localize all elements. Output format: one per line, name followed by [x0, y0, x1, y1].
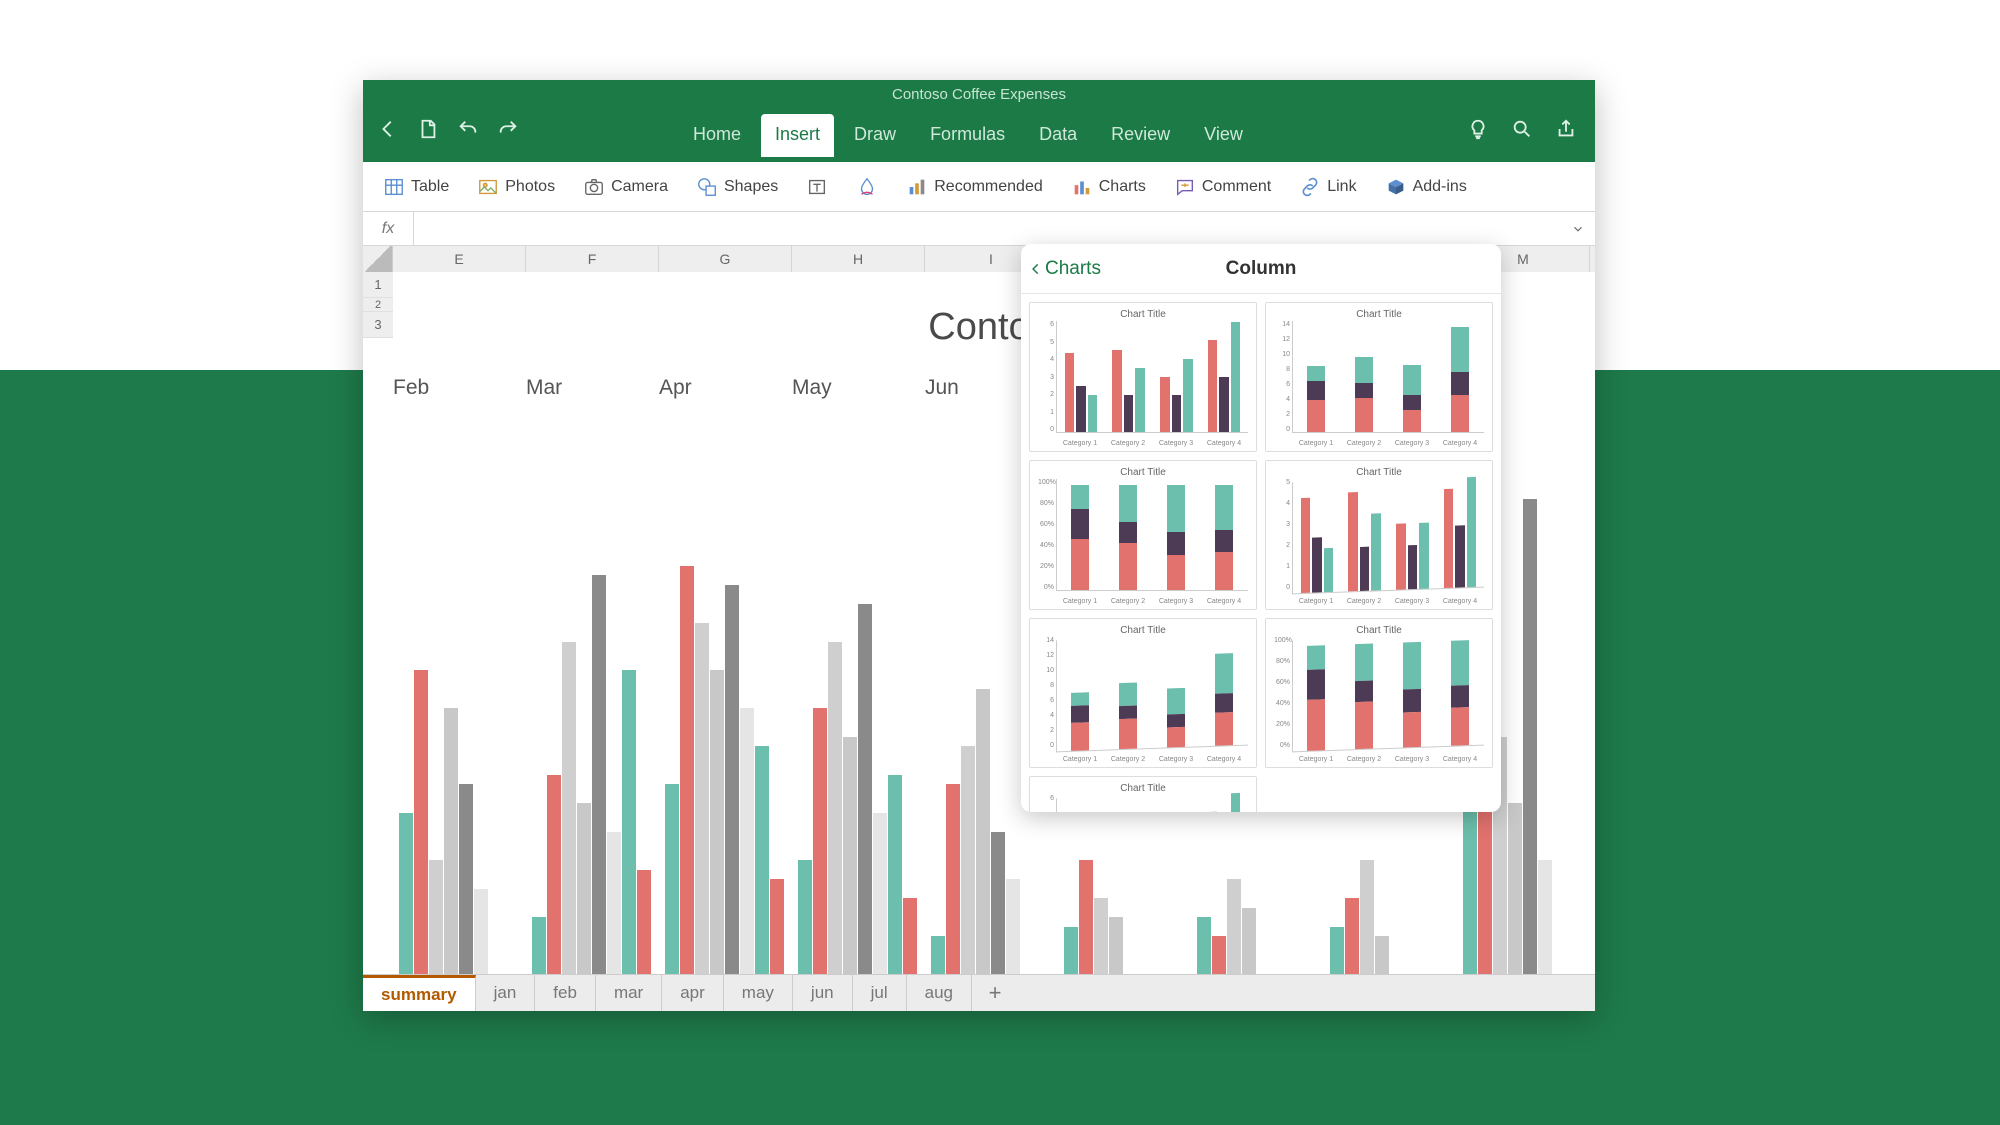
search-icon[interactable]: [1511, 118, 1533, 145]
month-label: Mar: [526, 376, 659, 400]
titlebar: Contoso Coffee Expenses HomeInsertDrawFo…: [363, 80, 1595, 162]
month-label: Apr: [659, 376, 792, 400]
link-button[interactable]: Link: [1289, 172, 1366, 202]
sheet-tab-jul[interactable]: jul: [853, 975, 907, 1011]
select-all-cell[interactable]: [363, 246, 393, 272]
sheet-tab-may[interactable]: may: [724, 975, 793, 1011]
column-header[interactable]: G: [659, 246, 792, 272]
sheet-tab-apr[interactable]: apr: [662, 975, 724, 1011]
thumb-title: Chart Title: [1274, 309, 1484, 320]
tab-review[interactable]: Review: [1097, 114, 1184, 157]
row-header[interactable]: 3: [363, 312, 393, 338]
month-label: May: [792, 376, 925, 400]
tab-formulas[interactable]: Formulas: [916, 114, 1019, 157]
ribbon-bar: Table Photos Camera Shapes Recommended C…: [363, 162, 1595, 212]
chart-thumb-clustered[interactable]: Chart Title6543210Category 1Category 2Ca…: [1029, 302, 1257, 452]
chart-thumb-stacked100[interactable]: Chart Title100%80%60%40%20%0%Category 1C…: [1029, 460, 1257, 610]
sheet-tab-jan[interactable]: jan: [476, 975, 536, 1011]
popover-back-button[interactable]: Charts: [1021, 258, 1101, 280]
charts-button[interactable]: Charts: [1061, 172, 1156, 202]
document-title: Contoso Coffee Expenses: [363, 80, 1595, 105]
comment-button[interactable]: Comment: [1164, 172, 1281, 202]
embedded-chart-title: Conto: [928, 306, 1029, 349]
tab-home[interactable]: Home: [679, 114, 755, 157]
chart-thumb-column3d[interactable]: Chart Title6543210Category 1Category 2Ca…: [1029, 776, 1257, 812]
tab-data[interactable]: Data: [1025, 114, 1091, 157]
back-icon[interactable]: [377, 118, 399, 145]
sheet-tab-summary[interactable]: summary: [363, 975, 476, 1011]
chart-thumb-stacked100_3d[interactable]: Chart Title100%80%60%40%20%0%Category 1C…: [1265, 618, 1493, 768]
ribbon-tabs: HomeInsertDrawFormulasDataReviewView: [679, 105, 1257, 157]
formula-input[interactable]: [413, 212, 1561, 245]
formula-bar: fx: [363, 212, 1595, 246]
addins-button[interactable]: Add-ins: [1375, 172, 1477, 202]
redo-icon[interactable]: [497, 118, 519, 145]
column-header[interactable]: H: [792, 246, 925, 272]
undo-icon[interactable]: [457, 118, 479, 145]
sheet-tabs: summaryjanfebmaraprmayjunjulaug+: [363, 974, 1595, 1011]
app-window: Contoso Coffee Expenses HomeInsertDrawFo…: [363, 80, 1595, 1011]
shapes-button[interactable]: Shapes: [686, 172, 788, 202]
column-header[interactable]: E: [393, 246, 526, 272]
row-headers: 123: [363, 272, 393, 338]
table-button[interactable]: Table: [373, 172, 459, 202]
thumb-title: Chart Title: [1038, 467, 1248, 478]
chart-thumb-stacked[interactable]: Chart Title14121086420Category 1Category…: [1265, 302, 1493, 452]
chart-thumb-clustered3d[interactable]: Chart Title543210Category 1Category 2Cat…: [1265, 460, 1493, 610]
chart-thumbnail-grid: Chart Title6543210Category 1Category 2Ca…: [1021, 294, 1501, 812]
tab-view[interactable]: View: [1190, 114, 1257, 157]
recommended-charts-button[interactable]: Recommended: [896, 172, 1053, 202]
column-header[interactable]: F: [526, 246, 659, 272]
row-header[interactable]: 2: [363, 298, 393, 312]
add-sheet-button[interactable]: +: [972, 975, 1018, 1011]
chart-thumb-stacked3d[interactable]: Chart Title14121086420Category 1Category…: [1029, 618, 1257, 768]
formula-expand-icon[interactable]: [1561, 222, 1595, 236]
sheet-tab-jun[interactable]: jun: [793, 975, 853, 1011]
file-icon[interactable]: [417, 118, 439, 145]
sheet-tab-mar[interactable]: mar: [596, 975, 662, 1011]
popover-title: Column: [1226, 258, 1297, 280]
row-header[interactable]: 1: [363, 272, 393, 298]
fx-label: fx: [363, 220, 413, 238]
sheet-tab-aug[interactable]: aug: [907, 975, 972, 1011]
ink-button[interactable]: [846, 172, 888, 202]
month-label: Feb: [393, 376, 526, 400]
share-icon[interactable]: [1555, 118, 1577, 145]
thumb-title: Chart Title: [1038, 309, 1248, 320]
lightbulb-icon[interactable]: [1467, 118, 1489, 145]
column-charts-popover: Charts Column Chart Title6543210Category…: [1021, 244, 1501, 812]
popover-back-label: Charts: [1045, 258, 1101, 280]
tab-insert[interactable]: Insert: [761, 114, 834, 157]
sheet-tab-feb[interactable]: feb: [535, 975, 596, 1011]
tab-draw[interactable]: Draw: [840, 114, 910, 157]
textbox-button[interactable]: [796, 172, 838, 202]
photos-button[interactable]: Photos: [467, 172, 565, 202]
camera-button[interactable]: Camera: [573, 172, 678, 202]
